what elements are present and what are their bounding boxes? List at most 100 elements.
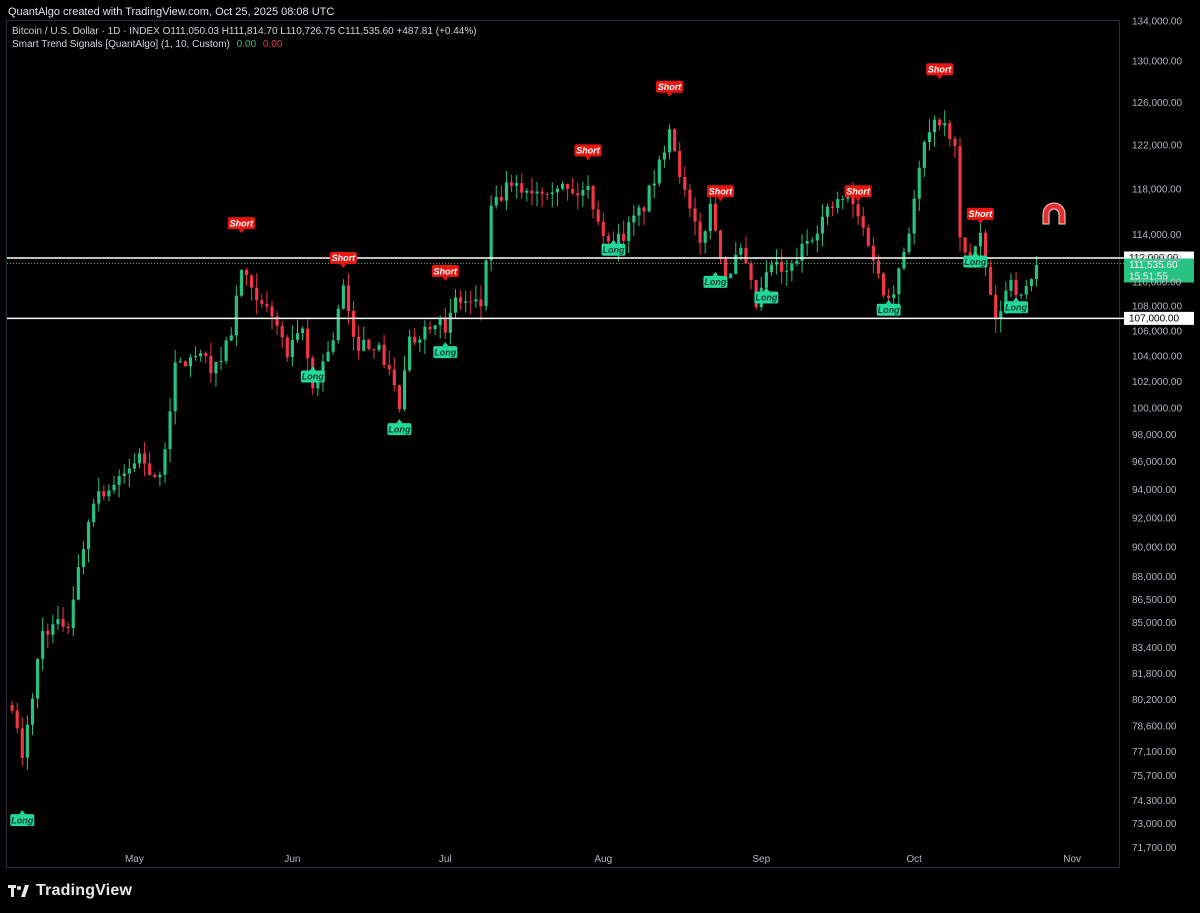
tradingview-brand: TradingView bbox=[36, 882, 133, 899]
price-tick-label: 104,000.00 bbox=[1132, 351, 1182, 362]
candle bbox=[683, 166, 687, 198]
candle bbox=[525, 187, 529, 202]
candle bbox=[255, 273, 259, 315]
price-tick-label: 122,000.00 bbox=[1132, 140, 1182, 151]
long-signal: Long bbox=[754, 287, 779, 304]
candle bbox=[280, 320, 284, 349]
candle bbox=[443, 307, 447, 339]
price-tick-label: 92,000.00 bbox=[1132, 513, 1177, 524]
candle bbox=[458, 290, 463, 310]
tradingview-footer[interactable]: TradingView bbox=[8, 880, 132, 902]
magnet-icon[interactable] bbox=[1042, 202, 1066, 225]
candle bbox=[178, 357, 182, 363]
signal-label: Long bbox=[878, 305, 900, 315]
candle bbox=[999, 300, 1003, 333]
candle bbox=[15, 702, 19, 734]
candle bbox=[540, 187, 544, 208]
candle bbox=[382, 334, 386, 369]
candle bbox=[912, 190, 916, 245]
candle bbox=[800, 234, 804, 273]
candle bbox=[555, 185, 559, 207]
candle bbox=[1029, 278, 1033, 292]
candle bbox=[637, 204, 641, 227]
candle bbox=[515, 174, 519, 199]
candle bbox=[193, 346, 198, 361]
signal-label: Long bbox=[964, 257, 986, 267]
price-tick-label: 83,400.00 bbox=[1132, 643, 1177, 654]
price-tick-label: 108,000.00 bbox=[1132, 302, 1182, 313]
signal-label: Short bbox=[658, 82, 683, 92]
price-tick-label: 110,000.00 bbox=[1132, 277, 1182, 288]
candle bbox=[871, 236, 875, 274]
candle bbox=[92, 498, 96, 528]
candle bbox=[209, 342, 213, 383]
candle bbox=[499, 185, 503, 203]
candle bbox=[601, 212, 605, 246]
signal-label: Short bbox=[969, 209, 994, 219]
candle bbox=[367, 338, 371, 351]
price-tick-label: 126,000.00 bbox=[1132, 98, 1182, 109]
price-tick-label: 94,000.00 bbox=[1132, 485, 1177, 496]
candle bbox=[102, 485, 106, 501]
candle bbox=[469, 290, 473, 315]
long-signal: Long bbox=[703, 271, 728, 288]
price-tick-label: 114,000.00 bbox=[1132, 230, 1182, 241]
candle bbox=[81, 541, 86, 575]
candle bbox=[341, 279, 345, 310]
candle bbox=[698, 212, 702, 255]
candle bbox=[836, 191, 840, 214]
candle bbox=[922, 140, 926, 177]
candle bbox=[861, 207, 865, 236]
candle bbox=[688, 184, 692, 218]
candle bbox=[642, 205, 646, 226]
price-tick-label: 74,300.00 bbox=[1132, 796, 1177, 807]
candle bbox=[295, 319, 300, 343]
short-signal: Short bbox=[966, 207, 994, 224]
candle bbox=[51, 614, 55, 644]
candle bbox=[453, 289, 458, 318]
candle bbox=[790, 259, 794, 282]
candle bbox=[902, 247, 906, 271]
candle bbox=[744, 236, 748, 264]
candle bbox=[86, 519, 91, 563]
price-tick-label: 90,000.00 bbox=[1132, 543, 1177, 554]
time-tick-label: Aug bbox=[594, 854, 612, 865]
price-tick-label: 102,000.00 bbox=[1132, 377, 1182, 388]
candle bbox=[560, 181, 565, 191]
time-axis[interactable]: May Jun Jul Aug Sep Oct Nov bbox=[125, 854, 1081, 865]
price-tick-label: 88,000.00 bbox=[1132, 572, 1177, 583]
candle bbox=[938, 118, 942, 131]
candle bbox=[657, 155, 661, 187]
candle bbox=[423, 319, 427, 355]
candle bbox=[331, 332, 335, 355]
candle bbox=[433, 325, 437, 336]
candle bbox=[188, 353, 193, 378]
long-signal: Long bbox=[10, 810, 35, 827]
candle bbox=[219, 346, 223, 371]
candle bbox=[856, 199, 860, 226]
candle bbox=[41, 617, 45, 671]
tradingview-logo-icon bbox=[8, 885, 29, 897]
short-signal: Short bbox=[926, 63, 954, 80]
signal-label: Short bbox=[434, 266, 459, 276]
candle bbox=[881, 271, 886, 298]
price-tick-label: 112,000.00 bbox=[1132, 254, 1182, 265]
candle bbox=[932, 115, 937, 147]
price-axis[interactable]: 134,000.00 130,000.00 126,000.00 122,000.00… bbox=[1132, 17, 1182, 854]
candle bbox=[652, 169, 656, 199]
candle bbox=[1024, 279, 1028, 300]
candle bbox=[647, 184, 651, 213]
candlestick-chart[interactable]: 112,000.00107,000.00111,535.6015:51:55 L… bbox=[0, 0, 1200, 913]
long-signal: Long bbox=[433, 342, 458, 359]
candle bbox=[520, 173, 524, 200]
candle bbox=[550, 182, 554, 208]
signal-label: Long bbox=[704, 277, 726, 287]
candle bbox=[351, 301, 356, 351]
candle bbox=[596, 201, 600, 226]
candle bbox=[769, 260, 774, 276]
candle bbox=[66, 622, 70, 635]
candle bbox=[693, 197, 697, 236]
candle bbox=[994, 285, 998, 334]
signal-label: Long bbox=[388, 424, 410, 434]
candle bbox=[250, 274, 254, 301]
